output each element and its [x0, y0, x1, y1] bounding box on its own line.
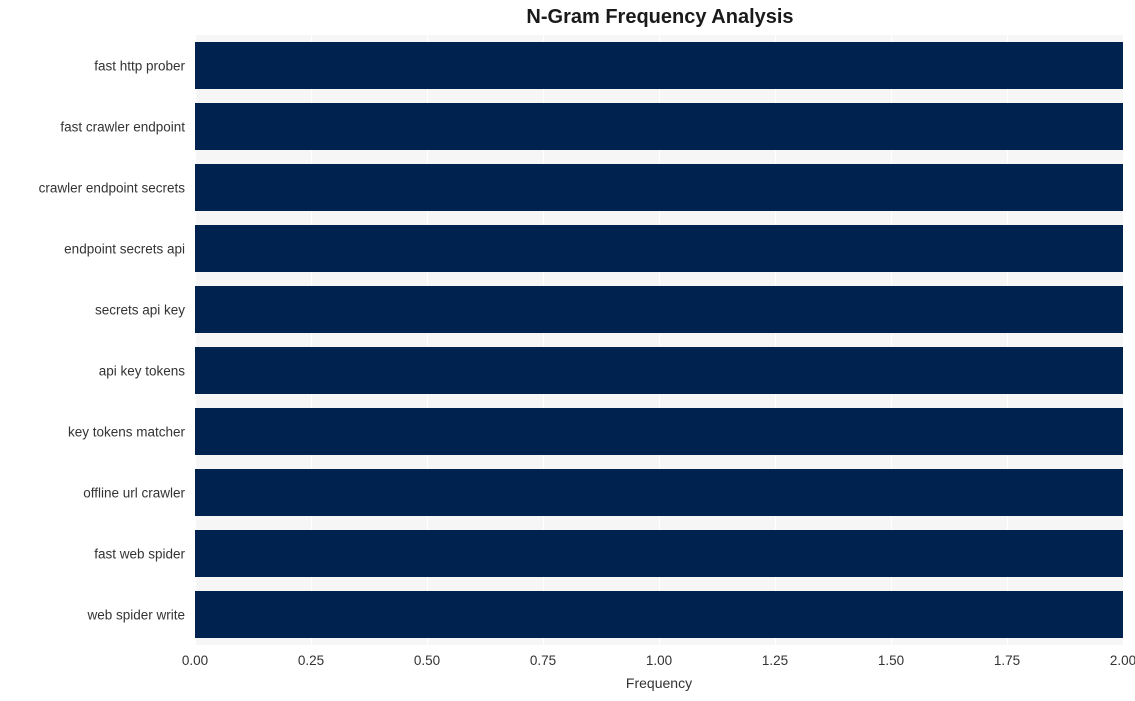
- bar: [195, 164, 1123, 211]
- bar-row: [195, 469, 1123, 516]
- y-axis-tick-label: secrets api key: [94, 302, 185, 317]
- y-axis-tick-label: web spider write: [87, 607, 185, 622]
- y-axis-tick-label: endpoint secrets api: [64, 241, 185, 256]
- y-axis-tick-label: crawler endpoint secrets: [38, 180, 185, 195]
- bar: [195, 42, 1123, 89]
- x-axis-title: Frequency: [625, 675, 693, 691]
- x-axis-tick-label: 2.00: [1109, 653, 1135, 668]
- x-axis-tick-label: 0.00: [181, 653, 209, 668]
- bar-row: [195, 42, 1123, 89]
- x-axis-tick-label: 0.50: [413, 653, 441, 668]
- bar-row: [195, 286, 1123, 333]
- bar: [195, 103, 1123, 150]
- y-axis-tick-label: fast http prober: [94, 58, 185, 73]
- x-axis-tick-label: 1.25: [761, 653, 789, 668]
- bar: [195, 469, 1123, 516]
- x-axis-tick-label: 1.50: [877, 653, 905, 668]
- plot-area: [195, 35, 1123, 645]
- x-axis-tick-label: 1.00: [645, 653, 673, 668]
- x-axis-tick-label: 0.25: [297, 653, 325, 668]
- bar: [195, 591, 1123, 638]
- bar: [195, 347, 1123, 394]
- bar: [195, 225, 1123, 272]
- bar-row: [195, 103, 1123, 150]
- bar: [195, 408, 1123, 455]
- y-axis-tick-label: offline url crawler: [83, 485, 185, 500]
- y-axis-tick-label: api key tokens: [98, 363, 185, 378]
- bar-row: [195, 347, 1123, 394]
- chart-figure: N-Gram Frequency Analysis fast http prob…: [0, 0, 1135, 701]
- y-axis-tick-labels: fast http prober fast crawler endpoint cra…: [0, 35, 185, 645]
- bar-row: [195, 164, 1123, 211]
- x-axis-tick-label: 0.75: [529, 653, 557, 668]
- x-axis-tick-label: 1.75: [993, 653, 1021, 668]
- bar-row: [195, 225, 1123, 272]
- bar: [195, 286, 1123, 333]
- chart-title: N-Gram Frequency Analysis: [526, 6, 794, 28]
- bar: [195, 530, 1123, 577]
- bar-row: [195, 408, 1123, 455]
- y-axis-tick-label: fast crawler endpoint: [60, 119, 185, 134]
- bar-row: [195, 530, 1123, 577]
- x-axis: 0.00 0.25 0.50 0.75 1.00 1.25 1.50 1.75 2.00 Fre…: [182, 645, 1135, 701]
- bar-row: [195, 591, 1123, 638]
- y-axis-tick-label: key tokens matcher: [67, 424, 185, 439]
- y-axis-tick-label: fast web spider: [94, 546, 185, 561]
